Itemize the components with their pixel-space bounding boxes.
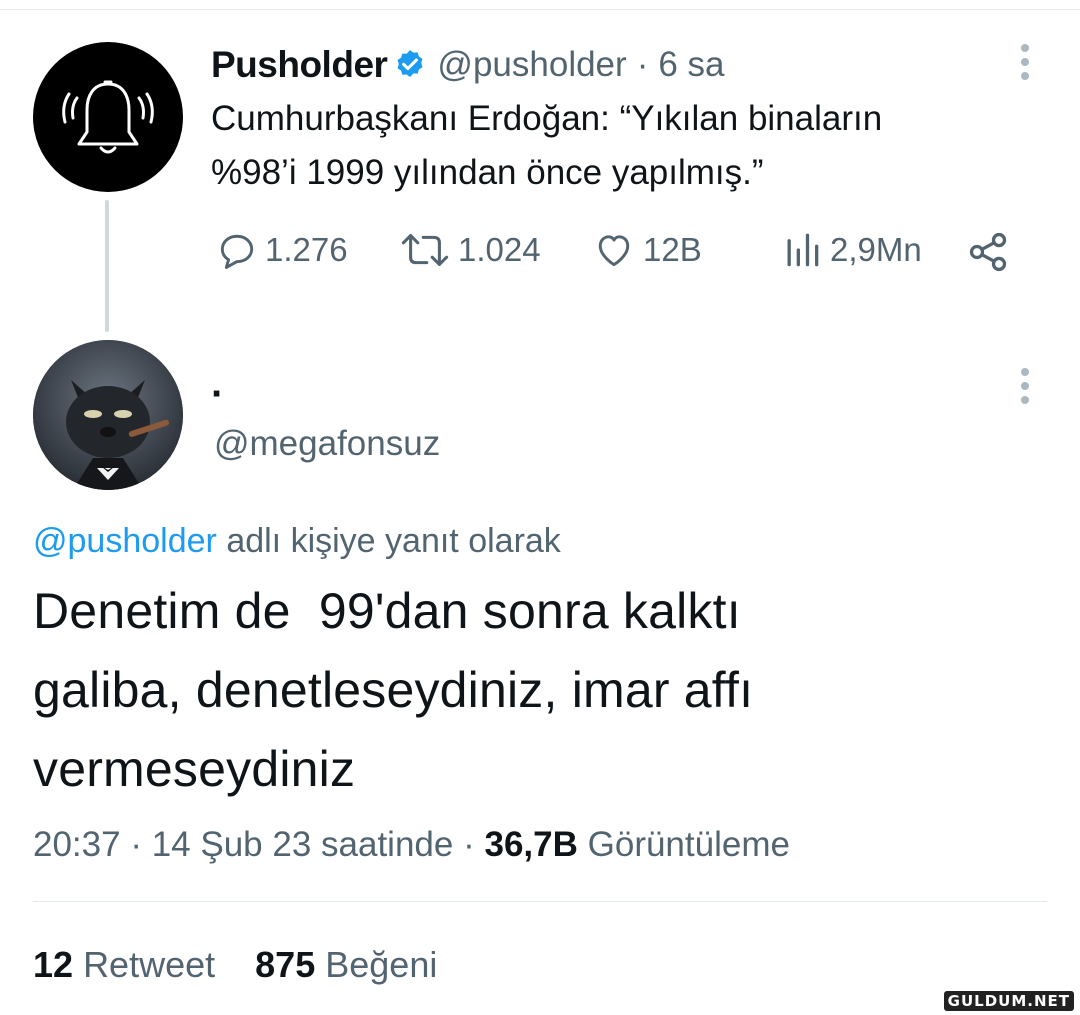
analytics-icon (787, 233, 819, 267)
reply-icon (220, 234, 254, 269)
bell-icon (62, 80, 154, 154)
parent-display-name[interactable]: Pusholder (211, 44, 388, 86)
parent-time-ago[interactable]: 6 sa (658, 45, 724, 85)
meta-separator: · (463, 825, 475, 864)
retweet-label: Retweet (83, 944, 216, 985)
replying-to-handle-link[interactable]: @pusholder (33, 522, 217, 560)
header-separator: · (636, 45, 649, 84)
replying-to-text: adlı kişiye yanıt olarak (226, 522, 561, 560)
parent-more-button[interactable] (1020, 44, 1030, 86)
megafonsuz-avatar[interactable] (33, 340, 183, 490)
share-icon (969, 232, 1007, 272)
engagement-stats: 12 Retweet 875 Beğeni (33, 944, 437, 986)
verified-badge-icon (393, 48, 427, 82)
reply-text-line: vermeseydiniz (33, 741, 356, 797)
like-total: 875 (255, 944, 316, 985)
heart-icon (598, 235, 630, 267)
like-action[interactable]: 12B (591, 228, 702, 272)
views-action[interactable]: 2,9Mn (780, 228, 922, 272)
meta-separator: · (130, 825, 142, 864)
watermark: GULDUM.NET (943, 991, 1074, 1011)
parent-tweet-text: Cumhurbaşkanı Erdoğan: “Yıkılan binaları… (211, 92, 1031, 200)
cat-avatar-image (33, 340, 183, 490)
reply-more-button[interactable] (1020, 368, 1030, 410)
stats-divider (33, 901, 1047, 902)
thread-line (105, 200, 109, 332)
replying-to-line: @pusholder adlı kişiye yanıt olarak (33, 522, 561, 561)
view-count: 36,7B (484, 825, 578, 864)
retweet-count: 1.024 (458, 231, 541, 268)
retweet-action[interactable]: 1.024 (398, 228, 541, 272)
likes-stat[interactable]: 875 Beğeni (255, 944, 437, 985)
share-button[interactable] (966, 230, 1010, 279)
reply-action[interactable]: 1.276 (215, 228, 348, 272)
retweet-total: 12 (33, 944, 74, 985)
reply-text-line: Denetim de 99'dan sonra kalktı (33, 583, 741, 639)
tweet-date[interactable]: 14 Şub 23 saatinde (152, 825, 454, 864)
pusholder-avatar[interactable] (33, 42, 183, 192)
like-label: Beğeni (325, 944, 438, 985)
reply-handle[interactable]: @megafonsuz (214, 424, 440, 464)
tweet-meta: 20:37 · 14 Şub 23 saatinde · 36,7B Görün… (33, 825, 790, 865)
parent-text-line: Cumhurbaşkanı Erdoğan: “Yıkılan binaları… (211, 99, 883, 138)
views-count: 2,9Mn (830, 231, 922, 268)
parent-handle[interactable]: @pusholder (437, 45, 626, 85)
like-count: 12B (643, 231, 702, 268)
view-label: Görüntüleme (587, 825, 790, 864)
parent-text-line: %98’i 1999 yılından önce yapılmış.” (211, 153, 764, 192)
parent-tweet-header: Pusholder @pusholder · 6 sa (211, 42, 725, 88)
reply-text-line: galiba, denetleseydiniz, imar affı (33, 662, 754, 718)
reply-display-name[interactable]: · (211, 372, 224, 417)
reply-count: 1.276 (265, 231, 348, 268)
tweet-time[interactable]: 20:37 (33, 825, 121, 864)
reply-tweet-text: Denetim de 99'dan sonra kalktı galiba, d… (33, 572, 1053, 809)
retweet-icon (401, 234, 449, 266)
retweets-stat[interactable]: 12 Retweet (33, 944, 225, 985)
top-divider (0, 9, 1080, 10)
